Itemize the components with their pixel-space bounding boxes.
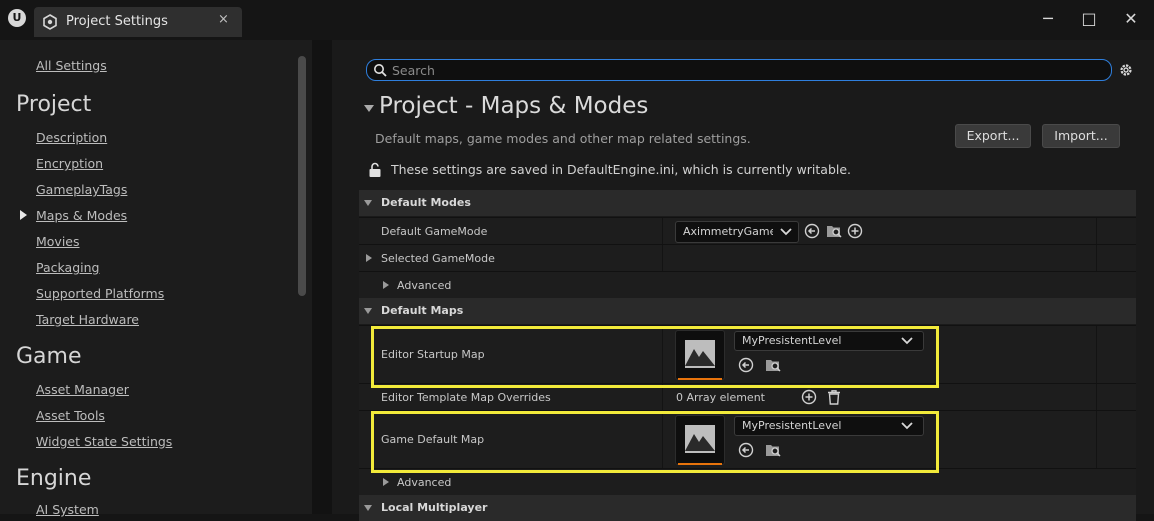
- section-local-multiplayer[interactable]: Local Multiplayer: [359, 495, 1136, 521]
- settings-main-panel: Project - Maps & Modes Default maps, gam…: [332, 40, 1154, 521]
- array-count: 0 Array element: [676, 391, 765, 404]
- nav-item-ai-system[interactable]: AI System: [36, 502, 99, 517]
- search-icon: [374, 64, 387, 77]
- section-expand-icon: [364, 505, 372, 511]
- nav-section-game: Game: [16, 344, 82, 369]
- gamemode-value: AximmetryGameMode: [683, 225, 773, 238]
- column-splitter: [662, 245, 663, 271]
- prop-row-advanced[interactable]: Advanced: [359, 271, 1136, 298]
- tab-project-settings[interactable]: Project Settings ×: [34, 7, 242, 37]
- expand-arrow-icon[interactable]: [366, 254, 372, 262]
- import-button[interactable]: Import...: [1042, 124, 1120, 148]
- nav-item-widget-state-settings[interactable]: Widget State Settings: [36, 434, 172, 449]
- prop-row-default-gamemode: Default GameMode AximmetryGameMode: [359, 217, 1136, 244]
- unlocked-icon: [369, 162, 381, 177]
- window-titlebar: U Project Settings × ─ □ ✕: [0, 0, 1154, 40]
- add-element-icon[interactable]: [801, 389, 817, 405]
- use-selected-icon[interactable]: [804, 223, 820, 239]
- column-splitter: [1096, 245, 1097, 271]
- panel-divider[interactable]: [312, 40, 332, 514]
- section-expand-icon: [364, 200, 372, 206]
- prop-label: Advanced: [397, 476, 452, 489]
- prop-label: Editor Template Map Overrides: [381, 391, 551, 404]
- nav-item-target-hardware[interactable]: Target Hardware: [36, 312, 139, 327]
- close-window-button[interactable]: ✕: [1119, 8, 1143, 30]
- search-input[interactable]: [392, 61, 1092, 79]
- prop-row-selected-gamemode[interactable]: Selected GameMode: [359, 244, 1136, 271]
- section-title: Default Maps: [381, 304, 464, 317]
- chevron-down-icon: [780, 228, 792, 236]
- browse-asset-icon[interactable]: [826, 223, 842, 239]
- nav-item-asset-tools[interactable]: Asset Tools: [36, 408, 105, 423]
- column-splitter: [1096, 411, 1097, 468]
- selected-arrow-icon: [20, 210, 27, 220]
- column-splitter: [1096, 218, 1097, 244]
- settings-cube-icon: [43, 14, 57, 30]
- expand-arrow-icon[interactable]: [383, 281, 389, 289]
- section-expand-icon: [364, 308, 372, 314]
- add-icon[interactable]: [847, 223, 863, 239]
- gear-icon[interactable]: [1118, 62, 1134, 78]
- tab-title: Project Settings: [66, 14, 168, 29]
- column-splitter: [662, 218, 663, 244]
- prop-label: Selected GameMode: [381, 252, 495, 265]
- search-box[interactable]: [366, 59, 1112, 81]
- column-splitter: [1096, 326, 1097, 383]
- prop-label: Default GameMode: [381, 225, 488, 238]
- gamemode-dropdown[interactable]: AximmetryGameMode: [675, 221, 799, 243]
- prop-label: Advanced: [397, 279, 452, 292]
- nav-item-maps-modes[interactable]: Maps & Modes: [36, 208, 127, 223]
- sidebar-scrollbar[interactable]: [298, 56, 306, 296]
- section-title: Local Multiplayer: [381, 501, 488, 514]
- nav-item-movies[interactable]: Movies: [36, 234, 80, 249]
- nav-item-packaging[interactable]: Packaging: [36, 260, 99, 275]
- settings-sidebar: All Settings Project Description Encrypt…: [0, 40, 312, 517]
- nav-item-gameplaytags[interactable]: GameplayTags: [36, 182, 127, 197]
- config-save-note: These settings are saved in DefaultEngin…: [391, 162, 852, 177]
- nav-item-encryption[interactable]: Encryption: [36, 156, 103, 171]
- highlight-game-default-map: [371, 411, 939, 473]
- category-collapse-icon[interactable]: [364, 105, 374, 112]
- export-button[interactable]: Export...: [955, 124, 1031, 148]
- trash-icon[interactable]: [826, 389, 842, 405]
- tab-close-icon[interactable]: ×: [218, 12, 229, 27]
- section-default-modes[interactable]: Default Modes: [359, 190, 1136, 216]
- highlight-editor-startup-map: [371, 326, 939, 388]
- unreal-logo-icon: U: [8, 9, 26, 27]
- expand-arrow-icon[interactable]: [383, 478, 389, 486]
- nav-item-description[interactable]: Description: [36, 130, 107, 145]
- section-title: Default Modes: [381, 196, 471, 209]
- nav-section-engine: Engine: [16, 466, 92, 491]
- category-title: Project - Maps & Modes: [379, 93, 649, 119]
- minimize-button[interactable]: ─: [1036, 8, 1060, 30]
- nav-item-asset-manager[interactable]: Asset Manager: [36, 382, 129, 397]
- nav-all-settings[interactable]: All Settings: [36, 58, 107, 73]
- column-splitter: [1096, 384, 1097, 410]
- section-default-maps[interactable]: Default Maps: [359, 298, 1136, 324]
- nav-item-supported-platforms[interactable]: Supported Platforms: [36, 286, 164, 301]
- nav-section-project: Project: [16, 92, 92, 117]
- maximize-button[interactable]: □: [1077, 8, 1101, 30]
- category-description: Default maps, game modes and other map r…: [375, 131, 751, 146]
